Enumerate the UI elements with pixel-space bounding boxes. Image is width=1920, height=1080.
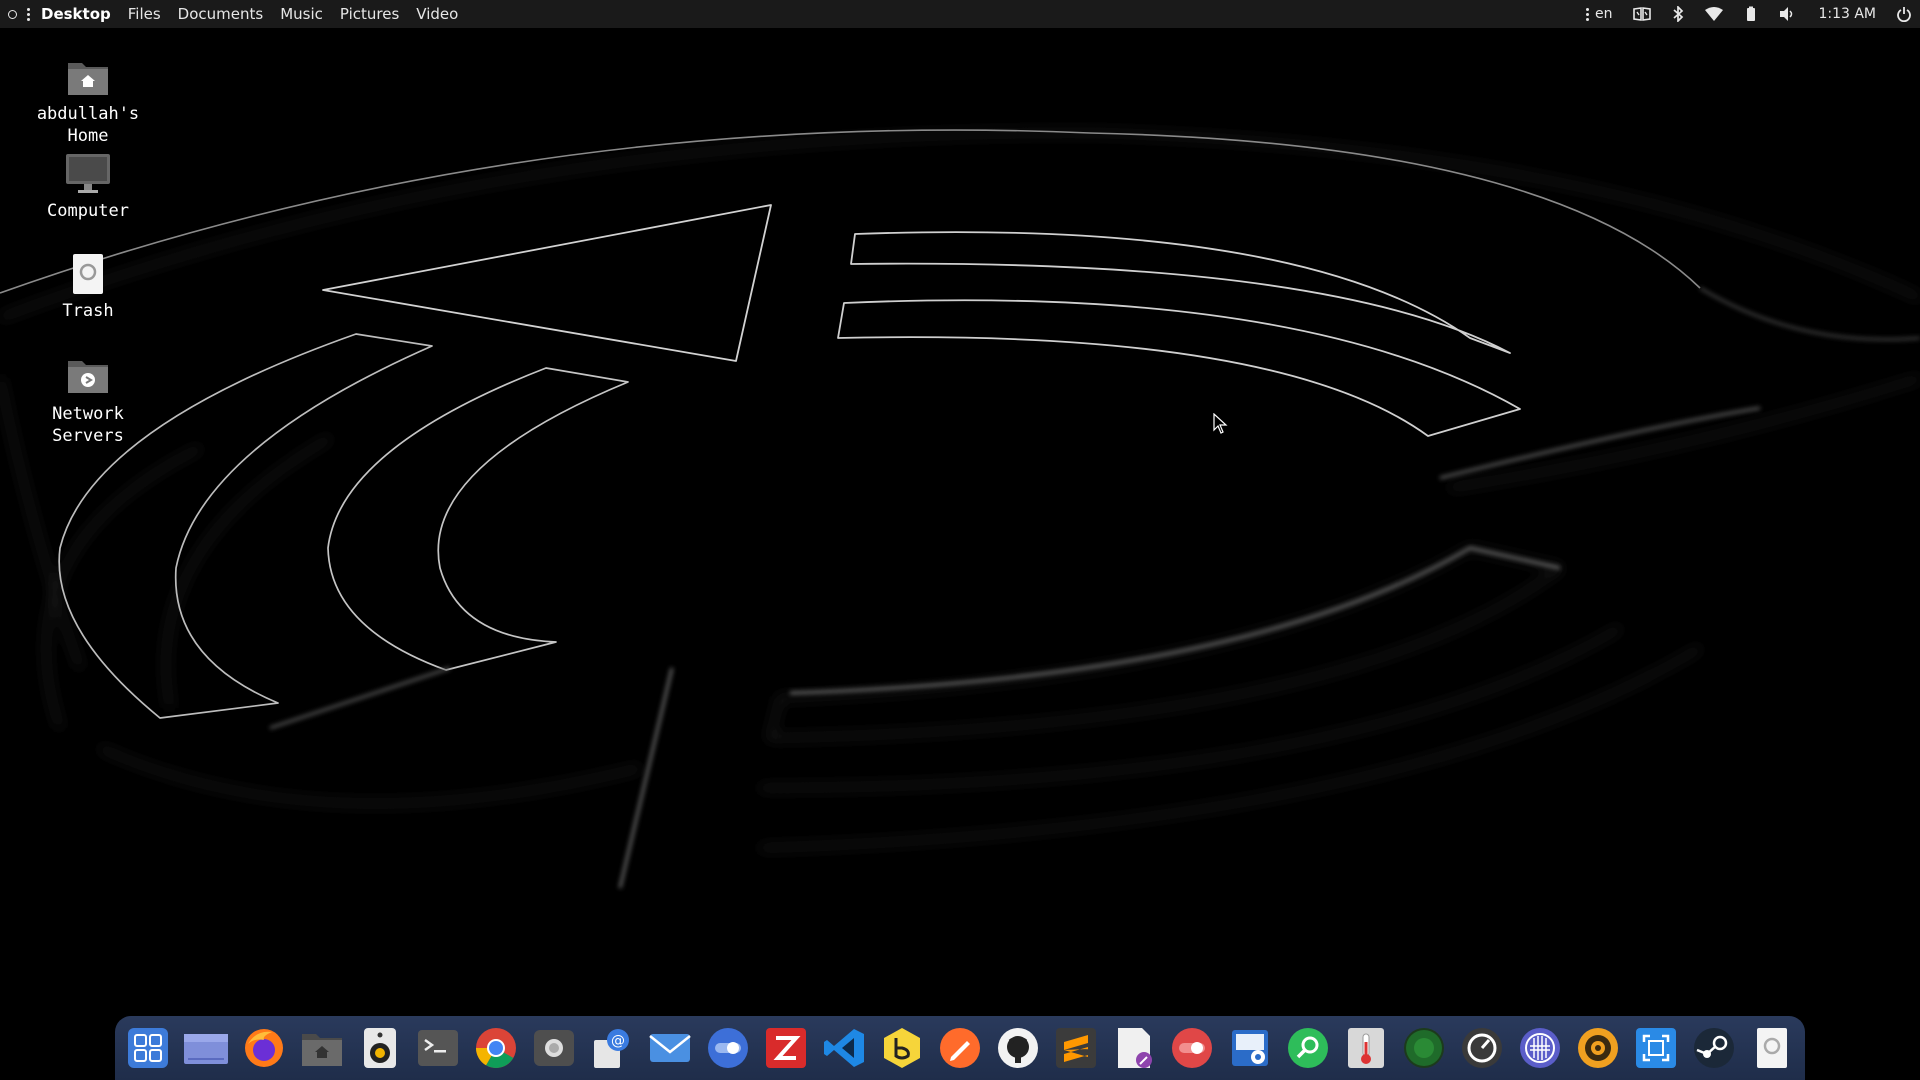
chrome-icon[interactable] bbox=[473, 1025, 519, 1071]
mail-icon[interactable] bbox=[647, 1025, 693, 1071]
speedometer-icon[interactable] bbox=[1459, 1025, 1505, 1071]
files-manager-icon[interactable] bbox=[183, 1025, 229, 1071]
desktop-icon-label: Computer bbox=[47, 201, 129, 221]
sublime-text-icon[interactable] bbox=[1053, 1025, 1099, 1071]
menu-music[interactable]: Music bbox=[280, 5, 323, 23]
tray-dots-icon[interactable] bbox=[1582, 0, 1593, 28]
desktop-icon-computer[interactable]: Computer bbox=[28, 152, 148, 222]
computer-icon bbox=[64, 152, 112, 196]
grid-app-icon[interactable] bbox=[1517, 1025, 1563, 1071]
home-folder-icon bbox=[64, 55, 112, 99]
network-folder-icon bbox=[64, 355, 112, 399]
wifi-icon[interactable] bbox=[1694, 0, 1734, 28]
audio-app-icon[interactable] bbox=[1575, 1025, 1621, 1071]
bluetooth-icon[interactable] bbox=[1662, 0, 1694, 28]
document-editor-icon[interactable] bbox=[1111, 1025, 1157, 1071]
system-monitor-icon[interactable] bbox=[1401, 1025, 1447, 1071]
language-indicator[interactable]: en bbox=[1593, 0, 1623, 28]
desktop-icon-network[interactable]: Network Servers bbox=[28, 355, 148, 447]
trash-icon bbox=[64, 252, 112, 296]
app-grid-icon[interactable] bbox=[125, 1025, 171, 1071]
desktop-icon-home[interactable]: abdullah's Home bbox=[28, 55, 148, 147]
menu-files[interactable]: Files bbox=[128, 5, 161, 23]
mouse-cursor-icon bbox=[1213, 413, 1228, 434]
battery-icon[interactable] bbox=[1734, 0, 1768, 28]
dock-apps: @ bbox=[125, 1025, 1795, 1071]
camera-icon[interactable] bbox=[531, 1025, 577, 1071]
disk-utility-icon[interactable] bbox=[1227, 1025, 1273, 1071]
thermometer-icon[interactable] bbox=[1343, 1025, 1389, 1071]
power-icon[interactable] bbox=[1888, 0, 1920, 28]
rhythmbox-icon[interactable] bbox=[357, 1025, 403, 1071]
home-folder-icon[interactable] bbox=[299, 1025, 345, 1071]
desktop-icon-label: abdullah's Home bbox=[36, 104, 140, 146]
screenshot-icon[interactable] bbox=[1633, 1025, 1679, 1071]
bitwarden-icon[interactable] bbox=[879, 1025, 925, 1071]
volume-icon[interactable] bbox=[1768, 0, 1806, 28]
steam-icon[interactable] bbox=[1691, 1025, 1737, 1071]
desktop-icon-label: Trash bbox=[62, 301, 114, 321]
menu-desktop[interactable]: Desktop bbox=[41, 5, 111, 23]
top-panel: Desktop Files Documents Music Pictures V… bbox=[0, 0, 1920, 28]
wallpaper bbox=[0, 129, 1920, 889]
terminal-icon[interactable] bbox=[415, 1025, 461, 1071]
toggle-app-icon[interactable] bbox=[705, 1025, 751, 1071]
activities-circle-icon[interactable] bbox=[8, 9, 17, 19]
trash-dock-icon[interactable] bbox=[1749, 1025, 1795, 1071]
clock[interactable]: 1:13 AM bbox=[1806, 0, 1888, 28]
menu-pictures[interactable]: Pictures bbox=[340, 5, 399, 23]
svg-text:@: @ bbox=[611, 1033, 625, 1049]
menu-dots-icon[interactable] bbox=[27, 7, 31, 21]
desktop-icon-trash[interactable]: Trash bbox=[28, 252, 148, 322]
search-app-icon[interactable] bbox=[1285, 1025, 1331, 1071]
vscode-icon[interactable] bbox=[821, 1025, 867, 1071]
github-icon[interactable] bbox=[995, 1025, 1041, 1071]
mail-client-icon[interactable]: @ bbox=[589, 1025, 635, 1071]
filezilla-icon[interactable] bbox=[763, 1025, 809, 1071]
firefox-icon[interactable] bbox=[241, 1025, 287, 1071]
menu-documents[interactable]: Documents bbox=[178, 5, 264, 23]
pencil-app-icon[interactable] bbox=[937, 1025, 983, 1071]
record-icon[interactable] bbox=[1169, 1025, 1215, 1071]
desktop-icon-label: Network Servers bbox=[52, 404, 124, 446]
keyboard-layout-icon[interactable] bbox=[1622, 0, 1662, 28]
menu-video[interactable]: Video bbox=[416, 5, 458, 23]
